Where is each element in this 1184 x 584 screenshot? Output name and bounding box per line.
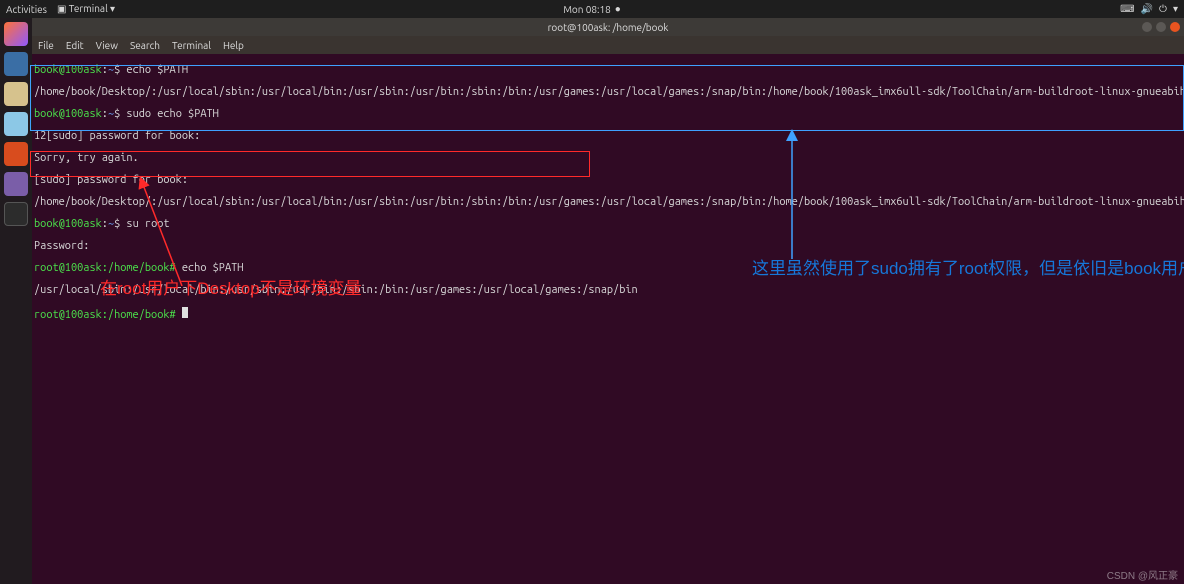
dock-software[interactable] [4, 142, 28, 166]
dock-files[interactable] [4, 82, 28, 106]
terminal-icon: ▣ [57, 3, 66, 14]
clock[interactable]: Mon 08:18 ● [563, 3, 621, 15]
menu-view[interactable]: View [96, 40, 118, 51]
menu-help[interactable]: Help [223, 40, 244, 51]
dock-terminal[interactable] [4, 202, 28, 226]
cursor [182, 307, 188, 318]
sound-icon: 🔊 [1141, 3, 1153, 15]
dock-rhythmbox[interactable] [4, 112, 28, 136]
terminal-window: root@100ask: /home/book File Edit View S… [32, 18, 1184, 584]
prompt-user: book@100ask [34, 64, 102, 76]
path-output: /home/book/Desktop/:/usr/local/sbin:/usr… [34, 197, 1182, 208]
annotation-text-red: 在root用户下Desktop不是环境变量 [100, 277, 362, 301]
annotation-arrow-blue [772, 129, 812, 259]
gnome-topbar: Activities ▣ Terminal ▾ Mon 08:18 ● ⌨ 🔊 … [0, 0, 1184, 18]
menu-terminal[interactable]: Terminal [172, 40, 211, 51]
watermark: CSDN @风正豪 [1107, 567, 1178, 582]
input-icon: ⌨ [1120, 3, 1134, 15]
terminal-content[interactable]: book@100ask:~$ echo $PATH /home/book/Des… [32, 54, 1184, 584]
dock-help[interactable] [4, 172, 28, 196]
system-tray[interactable]: ⌨ 🔊 ⏻ ▾ [1120, 3, 1178, 15]
close-button[interactable] [1170, 22, 1180, 32]
menu-edit[interactable]: Edit [66, 40, 84, 51]
dock-firefox[interactable] [4, 22, 28, 46]
dock-thunderbird[interactable] [4, 52, 28, 76]
ubuntu-dock [0, 18, 32, 584]
path-output: /home/book/Desktop/:/usr/local/sbin:/usr… [34, 87, 1182, 98]
app-indicator[interactable]: ▣ Terminal ▾ [57, 3, 115, 15]
caret-down-icon: ▾ [1173, 3, 1178, 15]
show-applications[interactable] [4, 550, 28, 574]
menu-search[interactable]: Search [130, 40, 160, 51]
maximize-button[interactable] [1156, 22, 1166, 32]
minimize-button[interactable] [1142, 22, 1152, 32]
annotation-text-blue: 这里虽然使用了sudo拥有了root权限，但是依旧是book用户，所以环境变量中… [752, 257, 1152, 281]
notification-dot: ● [615, 3, 621, 15]
power-icon: ⏻ [1159, 3, 1167, 15]
menu-file[interactable]: File [38, 40, 54, 51]
terminal-menubar: File Edit View Search Terminal Help [32, 36, 1184, 54]
window-titlebar[interactable]: root@100ask: /home/book [32, 18, 1184, 36]
window-title: root@100ask: /home/book [548, 22, 669, 33]
activities-button[interactable]: Activities [6, 4, 47, 15]
